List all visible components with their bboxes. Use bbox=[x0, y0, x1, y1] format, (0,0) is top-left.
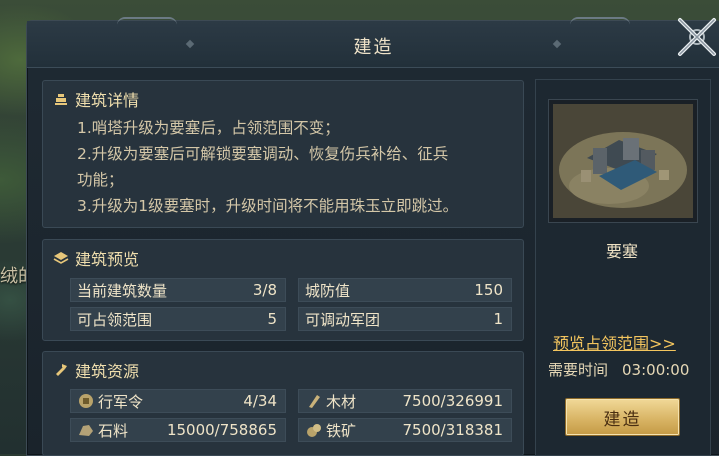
building-image-frame bbox=[548, 99, 698, 223]
preview-range-link[interactable]: 预览占领范围>> bbox=[553, 330, 676, 354]
iron-ore-icon bbox=[305, 421, 323, 439]
stat-row: 可调动军团 1 bbox=[298, 307, 512, 331]
resource-value: 7500/326991 bbox=[402, 392, 504, 410]
resource-name: 铁矿 bbox=[326, 421, 357, 440]
resource-value: 4/34 bbox=[243, 392, 277, 410]
resources-header: 建筑资源 bbox=[53, 358, 139, 382]
march-order-icon bbox=[77, 392, 95, 410]
stat-label: 当前建筑数量 bbox=[77, 281, 168, 300]
build-time: 需要时间 03:00:00 bbox=[548, 359, 689, 380]
preview-header: 建筑预览 bbox=[53, 246, 139, 270]
preview-header-label: 建筑预览 bbox=[75, 250, 140, 269]
resource-name: 行军令 bbox=[98, 392, 144, 411]
stat-value: 3/8 bbox=[252, 281, 277, 299]
resource-value: 15000/758865 bbox=[166, 421, 277, 439]
details-line: 2.升级为要塞后可解锁要塞调动、恢复伤兵补给、征兵 bbox=[77, 145, 449, 163]
resource-name: 石料 bbox=[98, 421, 129, 440]
resource-name: 木材 bbox=[326, 392, 357, 411]
stat-label: 城防值 bbox=[305, 281, 351, 300]
building-icon bbox=[53, 91, 69, 107]
resource-row: 行军令 4/34 bbox=[70, 389, 286, 413]
building-name: 要塞 bbox=[605, 242, 638, 261]
stat-row: 城防值 150 bbox=[298, 278, 512, 302]
layers-icon bbox=[53, 250, 69, 266]
stone-icon bbox=[77, 421, 95, 439]
stat-row: 当前建筑数量 3/8 bbox=[70, 278, 286, 302]
details-line: 1.哨塔升级为要塞后，占领范围不变； bbox=[77, 119, 340, 137]
stat-value: 1 bbox=[493, 310, 503, 328]
close-x-icon bbox=[678, 18, 716, 56]
details-header-label: 建筑详情 bbox=[75, 91, 140, 110]
close-button[interactable] bbox=[676, 16, 718, 58]
hammer-icon bbox=[53, 362, 69, 378]
stat-label: 可占领范围 bbox=[77, 310, 153, 329]
resource-row: 木材 7500/326991 bbox=[298, 389, 512, 413]
title-bar: 建造 bbox=[27, 17, 719, 68]
stat-label: 可调动军团 bbox=[305, 310, 381, 329]
details-list: 1.哨塔升级为要塞后，占领范围不变； 2.升级为要塞后可解锁要塞调动、恢复伤兵补… bbox=[77, 115, 515, 219]
fortress-image bbox=[553, 104, 693, 218]
time-label: 需要时间 bbox=[548, 361, 609, 379]
stat-value: 150 bbox=[474, 281, 503, 299]
wood-icon bbox=[305, 392, 323, 410]
resource-row: 铁矿 7500/318381 bbox=[298, 418, 512, 442]
build-button[interactable]: 建造 bbox=[565, 398, 680, 436]
stat-row: 可占领范围 5 bbox=[70, 307, 286, 331]
stat-value: 5 bbox=[267, 310, 277, 328]
time-value: 03:00:00 bbox=[622, 361, 690, 379]
resources-header-label: 建筑资源 bbox=[75, 362, 140, 381]
dialog-title: 建造 bbox=[353, 37, 394, 58]
details-line: 功能； bbox=[77, 171, 124, 189]
resource-row: 石料 15000/758865 bbox=[70, 418, 286, 442]
resource-value: 7500/318381 bbox=[402, 421, 504, 439]
details-header: 建筑详情 bbox=[53, 87, 139, 111]
map-partial-label: 绒的 bbox=[0, 266, 26, 287]
details-panel: 建筑详情 1.哨塔升级为要塞后，占领范围不变； 2.升级为要塞后可解锁要塞调动、… bbox=[42, 80, 524, 228]
details-line: 3.升级为1级要塞时，升级时间将不能用珠玉立即跳过。 bbox=[77, 197, 459, 215]
